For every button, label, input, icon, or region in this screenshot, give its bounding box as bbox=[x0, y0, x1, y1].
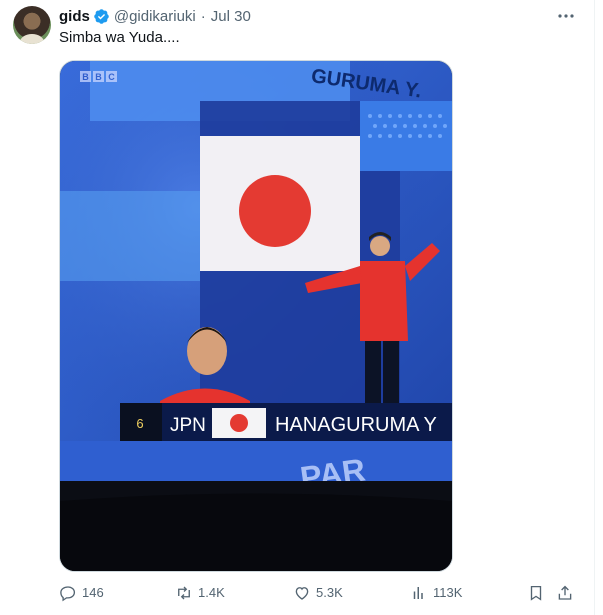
reply-button[interactable]: 146 bbox=[59, 583, 104, 603]
like-button[interactable]: 5.3K bbox=[293, 583, 343, 603]
views-button[interactable]: 113K bbox=[410, 583, 462, 603]
avatar[interactable] bbox=[13, 6, 51, 44]
bbc-logo: B B C bbox=[80, 71, 117, 82]
repost-button[interactable]: 1.4K bbox=[175, 583, 225, 603]
action-bar: 146 1.4K 5.3K 113K bbox=[59, 583, 579, 603]
like-icon bbox=[295, 587, 309, 600]
share-button[interactable] bbox=[556, 583, 579, 603]
svg-text:B: B bbox=[95, 72, 102, 82]
tweet-media-photo[interactable]: B B C GURUMA Y. 6 JPN HANAGURUMA Y PAR bbox=[59, 60, 453, 572]
svg-text:B: B bbox=[82, 72, 89, 82]
author-name[interactable]: gids bbox=[59, 8, 90, 25]
tweet-text: Simba wa Yuda.... bbox=[59, 29, 180, 46]
photo-olympic-screen: B B C GURUMA Y. 6 JPN HANAGURUMA Y PAR bbox=[60, 61, 452, 571]
tweet[interactable]: gids @gidikariuki · Jul 30 Simba wa Yuda… bbox=[0, 0, 595, 615]
repost-icon bbox=[178, 586, 190, 600]
views-count: 113K bbox=[433, 585, 463, 600]
bookmark-button[interactable] bbox=[527, 583, 550, 603]
views-icon bbox=[413, 587, 423, 599]
timestamp[interactable]: Jul 30 bbox=[211, 8, 251, 25]
country-code: JPN bbox=[170, 415, 206, 436]
share-icon bbox=[558, 585, 572, 600]
more-icon[interactable] bbox=[554, 7, 578, 25]
separator: · bbox=[200, 7, 206, 25]
tweet-header: gids @gidikariuki · Jul 30 bbox=[59, 6, 251, 26]
rank: 6 bbox=[136, 416, 143, 431]
reply-count: 146 bbox=[82, 585, 104, 600]
author-handle[interactable]: @gidikariuki bbox=[114, 8, 196, 25]
like-count: 5.3K bbox=[316, 585, 343, 600]
repost-count: 1.4K bbox=[198, 585, 225, 600]
athlete-name: HANAGURUMA Y bbox=[275, 414, 437, 436]
bookmark-icon bbox=[530, 585, 542, 601]
verified-badge-icon bbox=[94, 8, 109, 24]
svg-text:C: C bbox=[108, 72, 115, 82]
reply-icon bbox=[60, 586, 76, 602]
